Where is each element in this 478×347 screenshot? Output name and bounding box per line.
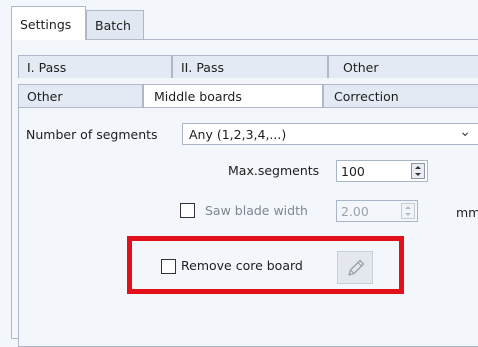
spin-down-icon[interactable] <box>415 173 421 176</box>
saw-blade-spin-buttons[interactable] <box>401 203 415 219</box>
saw-blade-value: 2.00 <box>341 204 369 219</box>
segments-dropdown[interactable]: Any (1,2,3,4,...) ⌄ <box>182 123 478 145</box>
form-layer: Number of segments Any (1,2,3,4,...) ⌄ M… <box>0 0 478 332</box>
remove-core-board-label: Remove core board <box>181 258 303 273</box>
edit-core-board-button[interactable] <box>337 251 373 284</box>
spin-down-icon[interactable] <box>405 213 411 216</box>
saw-blade-unit: mm <box>456 205 478 220</box>
saw-blade-stepper[interactable]: 2.00 <box>336 200 418 222</box>
spin-up-icon[interactable] <box>415 166 421 169</box>
chevron-down-icon[interactable]: ⌄ <box>459 124 471 140</box>
saw-blade-checkbox[interactable] <box>180 203 195 218</box>
max-segments-stepper[interactable]: 100 <box>336 160 428 182</box>
segments-value: Any (1,2,3,4,...) <box>189 127 287 142</box>
saw-blade-label: Saw blade width <box>205 203 308 218</box>
max-segments-spin-buttons[interactable] <box>411 163 425 179</box>
remove-core-board-checkbox[interactable] <box>161 259 176 274</box>
spin-up-icon[interactable] <box>405 206 411 209</box>
segments-label: Number of segments <box>26 127 158 142</box>
max-segments-label: Max.segments <box>228 163 320 178</box>
max-segments-value: 100 <box>341 164 365 179</box>
pencil-icon <box>348 259 365 276</box>
